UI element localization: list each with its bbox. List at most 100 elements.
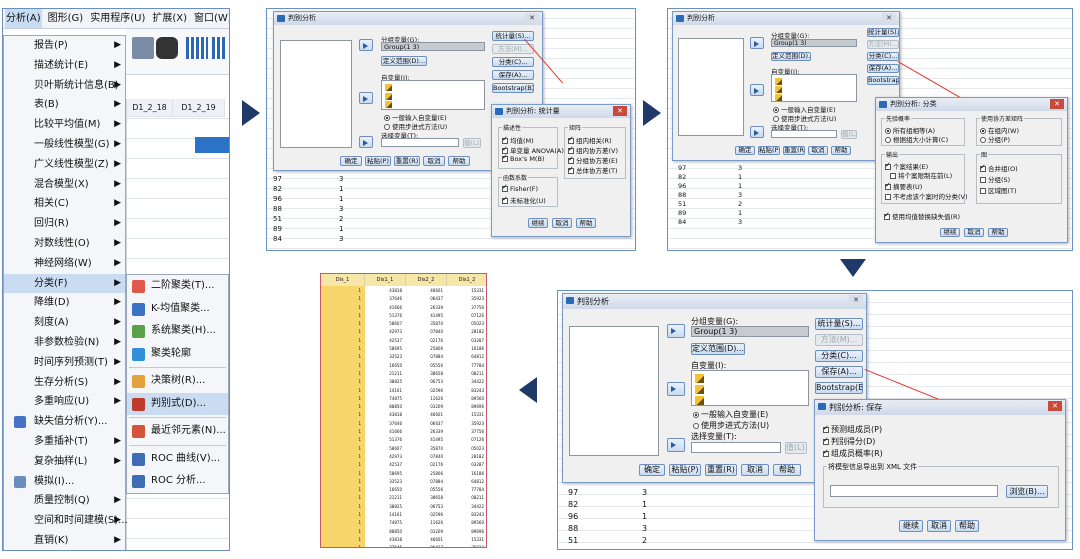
menu-item-genlin[interactable]: 广义线性模型(Z) ▶ xyxy=(4,155,125,175)
table-cell[interactable]: 37646 xyxy=(365,544,402,547)
bootstrap-button[interactable]: Bootstrap(B)... xyxy=(492,83,534,93)
table-cell[interactable]: 11626 xyxy=(406,395,443,403)
table-cell[interactable]: 38658 xyxy=(406,494,443,502)
method-button[interactable]: 方法(M)... xyxy=(867,40,899,49)
table-cell[interactable]: 42973 xyxy=(365,453,402,461)
help-button[interactable]: 帮助 xyxy=(955,520,979,532)
table-cell[interactable]: 58607 xyxy=(365,320,402,328)
group-var-field[interactable]: Group(1 3) xyxy=(771,39,857,47)
help-button[interactable]: 帮助 xyxy=(773,464,801,476)
table-cell[interactable]: 1 xyxy=(321,353,361,361)
table-cell[interactable]: 37646 xyxy=(365,295,402,303)
table-cell[interactable]: 1 xyxy=(321,436,361,444)
method-button[interactable]: 方法(M)... xyxy=(492,44,534,54)
table-cell[interactable]: 1 xyxy=(321,478,361,486)
source-variable-list[interactable] xyxy=(280,40,352,148)
close-icon[interactable]: ✕ xyxy=(1050,99,1064,109)
table-cell[interactable]: 28182 xyxy=(447,328,484,336)
table-cell[interactable]: 26339 xyxy=(406,428,443,436)
move-select-button[interactable] xyxy=(750,126,764,138)
submenu-discriminant[interactable]: 判别式(D)... xyxy=(127,392,228,415)
cb-separate[interactable]: 分组(S) xyxy=(980,174,1010,184)
cancel-button[interactable]: 取消 xyxy=(741,464,769,476)
table-cell[interactable]: 06437 xyxy=(406,544,443,547)
table-cell[interactable]: 58607 xyxy=(365,445,402,453)
cb-summary[interactable]: 摘要表(U) xyxy=(885,181,922,191)
col-header[interactable]: D1_2_19 xyxy=(173,99,225,117)
table-cell[interactable]: 74875 xyxy=(365,519,402,527)
table-cell[interactable]: 1 xyxy=(321,304,361,312)
cancel-button[interactable]: 取消 xyxy=(808,146,828,155)
define-range-button[interactable]: 定义范围(D)... xyxy=(381,56,427,66)
continue-button[interactable]: 继续 xyxy=(528,218,548,228)
table-cell[interactable]: 05556 xyxy=(406,486,443,494)
ok-button[interactable]: 确定 xyxy=(735,146,755,155)
table-cell[interactable]: 41495 xyxy=(406,312,443,320)
menu-item-regression[interactable]: 回归(R) ▶ xyxy=(4,214,125,234)
move-group-button[interactable] xyxy=(359,39,373,51)
table-cell[interactable]: 41495 xyxy=(406,436,443,444)
table-cell[interactable]: 43818 xyxy=(365,411,402,419)
save-button[interactable]: 保存(A)... xyxy=(492,70,534,80)
radio-size-prior[interactable]: 根据组大小计算(C) xyxy=(885,134,948,144)
menu-item-descriptive[interactable]: 描述统计(E) ▶ xyxy=(4,56,125,76)
menu-item-glm[interactable]: 一般线性模型(G) ▶ xyxy=(4,135,125,155)
table-cell[interactable]: 58695 xyxy=(365,345,402,353)
menu-item-direct[interactable]: 直销(K) ▶ xyxy=(4,531,125,550)
table-cell[interactable]: 1 xyxy=(321,445,361,453)
table-cell[interactable]: 07884 xyxy=(406,478,443,486)
menu-item-quality[interactable]: 质量控制(Q) ▶ xyxy=(4,491,125,511)
table-cell[interactable]: 46601 xyxy=(406,287,443,295)
cancel-button[interactable]: 取消 xyxy=(927,520,951,532)
table-cell[interactable]: 1 xyxy=(321,544,361,547)
grid-table-icon[interactable] xyxy=(186,37,208,59)
ok-button[interactable]: 确定 xyxy=(340,156,362,166)
move-select-button[interactable] xyxy=(667,438,685,452)
select-var-field[interactable] xyxy=(381,138,459,147)
classify-button[interactable]: 分类(C)... xyxy=(867,52,899,61)
menu-item-complex[interactable]: 复杂抽样(L) ▶ xyxy=(4,452,125,472)
table-cell[interactable]: 03287 xyxy=(447,461,484,469)
table-cell[interactable]: 02596 xyxy=(406,511,443,519)
table-cell[interactable]: 1 xyxy=(321,395,361,403)
table-cell[interactable]: 14161 xyxy=(365,511,402,519)
group-var-field[interactable]: Group(1 3) xyxy=(381,42,485,51)
table-cell[interactable]: 1 xyxy=(321,295,361,303)
table-cell[interactable]: 35870 xyxy=(406,445,443,453)
cb-discriminant-scores[interactable]: 判别得分(D) xyxy=(823,436,875,447)
paste-button[interactable]: 粘贴(P) xyxy=(758,146,780,155)
table-cell[interactable]: 07884 xyxy=(406,353,443,361)
table-cell[interactable]: 05556 xyxy=(406,362,443,370)
table-cell[interactable]: 03209 xyxy=(406,528,443,536)
cancel-button[interactable]: 取消 xyxy=(423,156,445,166)
binoculars-icon[interactable] xyxy=(156,37,178,59)
browse-button[interactable]: 浏览(B)... xyxy=(1006,485,1048,498)
table-cell[interactable]: 1 xyxy=(321,312,361,320)
move-indep-button[interactable] xyxy=(667,382,685,396)
submenu-kmeans[interactable]: K-均值聚类... xyxy=(127,298,228,321)
col-header[interactable]: Dis1_1 xyxy=(365,274,406,286)
table-cell[interactable]: 88850 xyxy=(365,403,402,411)
group-var-field[interactable]: Group(1 3) xyxy=(691,326,809,337)
cancel-button[interactable]: 取消 xyxy=(552,218,572,228)
table-cell[interactable]: 16186 xyxy=(447,470,484,478)
menu-item-mixed[interactable]: 混合模型(X) ▶ xyxy=(4,175,125,195)
table-cell[interactable]: 16650 xyxy=(365,486,402,494)
menu-item-spatial[interactable]: 空间和时间建模(S)... ▶ xyxy=(4,511,128,531)
table-cell[interactable]: 42537 xyxy=(365,461,402,469)
table-cell[interactable]: 05023 xyxy=(447,320,484,328)
cb-total-cov[interactable]: 总体协方差(T) xyxy=(568,165,618,175)
cancel-button[interactable]: 取消 xyxy=(964,228,984,237)
cb-leave-one-out[interactable]: 不考虑该个案时的分类(V) xyxy=(885,191,968,201)
table-cell[interactable]: 35870 xyxy=(406,320,443,328)
table-cell[interactable]: 34422 xyxy=(447,378,484,386)
table-cell[interactable]: 08211 xyxy=(447,370,484,378)
menu-item-dimension[interactable]: 降维(D) ▶ xyxy=(4,293,125,313)
table-cell[interactable]: 35923 xyxy=(447,544,484,547)
table-cell[interactable]: 42973 xyxy=(365,328,402,336)
table-cell[interactable]: 1 xyxy=(321,403,361,411)
table-cell[interactable]: 88850 xyxy=(365,528,402,536)
table-cell[interactable]: 74875 xyxy=(365,395,402,403)
table-cell[interactable]: 15331 xyxy=(447,287,484,295)
submenu-twostep[interactable]: 二阶聚类(T)... xyxy=(127,275,228,298)
